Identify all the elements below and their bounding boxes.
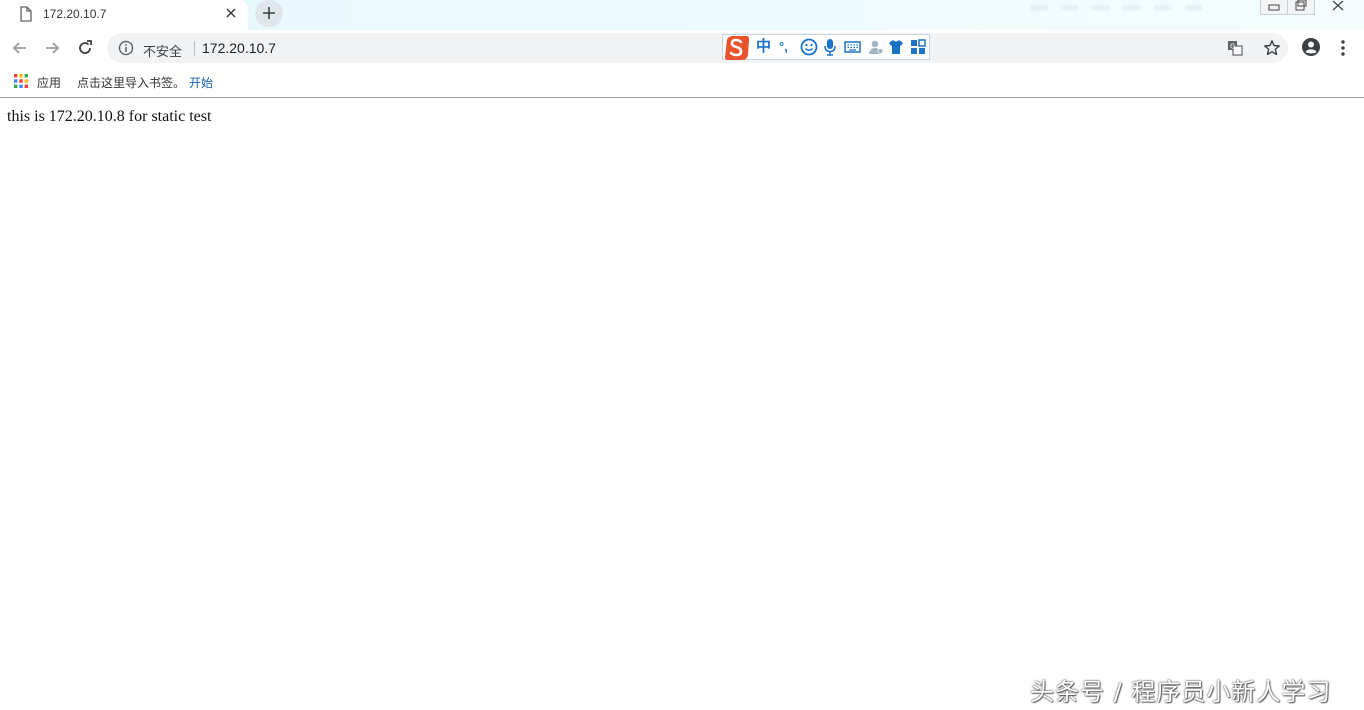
plus-icon [263, 7, 275, 19]
info-icon[interactable] [118, 40, 134, 56]
translate-icon[interactable]: G [1227, 40, 1243, 56]
menu-icon[interactable] [1337, 38, 1349, 58]
microphone-icon[interactable] [823, 38, 837, 56]
apps-grid-icon[interactable] [14, 74, 28, 88]
security-label[interactable]: 不安全 [143, 41, 182, 60]
forward-icon[interactable] [42, 38, 62, 58]
new-tab-button[interactable] [255, 0, 283, 27]
omnibox-divider [194, 41, 195, 56]
tab-title: 172.20.10.7 [43, 7, 107, 21]
svg-text:G: G [1230, 43, 1235, 51]
ime-language[interactable]: 中 [756, 38, 771, 56]
omnibox[interactable]: 不安全 172.20.10.7 G [107, 33, 1288, 63]
url-text[interactable]: 172.20.10.7 [202, 40, 276, 56]
ime-toolbar: 中 °, [722, 34, 930, 60]
minimize-icon [1268, 4, 1280, 11]
blurred-taskbar-items: ▭▭ ▭▭ ▭▭ ▭▭ ▭▭ ▭▭ [1030, 2, 1203, 12]
apps-label[interactable]: 应用 [37, 74, 61, 91]
sogou-logo-icon[interactable] [724, 35, 750, 61]
tab-strip: 172.20.10.7 ▭▭ ▭▭ ▭▭ ▭▭ ▭▭ ▭▭ [0, 0, 1364, 30]
reload-icon[interactable] [75, 38, 95, 58]
page-body-text: this is 172.20.10.8 for static test [7, 108, 212, 125]
import-bookmarks-text: 点击这里导入书签。 [77, 76, 186, 90]
minimize-button[interactable] [1260, 0, 1288, 15]
bookmarks-bar: 应用 点击这里导入书签。 开始 [0, 66, 1364, 98]
emoji-icon[interactable] [800, 38, 818, 56]
back-icon[interactable] [10, 38, 30, 58]
close-icon[interactable] [223, 5, 239, 21]
close-window-icon [1332, 0, 1344, 11]
tab-active[interactable]: 172.20.10.7 [0, 0, 248, 30]
profile-avatar-icon[interactable] [1301, 37, 1321, 57]
page-icon [20, 6, 32, 22]
ime-punctuation[interactable]: °, [779, 38, 788, 56]
skin-shirt-icon[interactable] [888, 38, 904, 56]
restore-button[interactable] [1287, 0, 1315, 15]
browser-toolbar: 不安全 172.20.10.7 G [0, 30, 1364, 66]
bookmark-star-icon[interactable] [1263, 39, 1281, 57]
user-icon[interactable] [868, 38, 884, 56]
toolbox-grid-icon[interactable] [910, 38, 926, 56]
start-link[interactable]: 开始 [189, 74, 213, 91]
close-window-button[interactable] [1314, 0, 1362, 14]
keyboard-icon[interactable] [844, 38, 861, 56]
restore-icon [1295, 0, 1307, 11]
watermark: 头条号 / 程序员小新人学习 [1030, 678, 1332, 706]
